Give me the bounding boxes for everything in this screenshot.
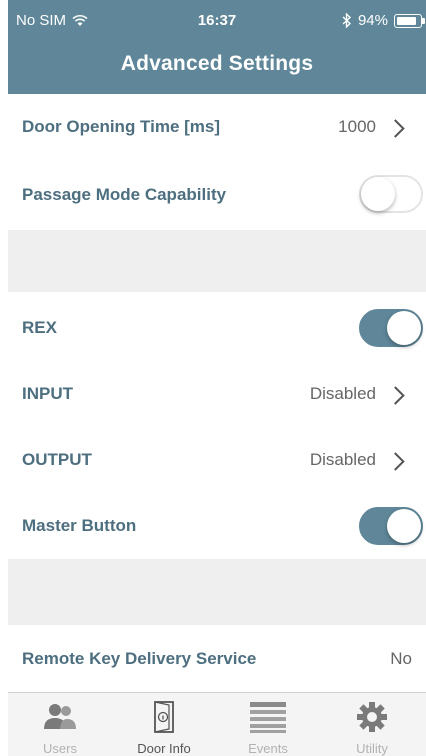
- toggle-knob: [361, 177, 395, 211]
- users-icon: [44, 704, 76, 729]
- remote-key-row[interactable]: Remote Key Delivery Service No: [8, 625, 426, 692]
- tab-users-label: Users: [43, 741, 77, 756]
- battery-tip: [422, 17, 425, 24]
- remote-key-value: No: [390, 649, 412, 668]
- battery-percent: 94%: [357, 12, 388, 29]
- door-opening-time-row[interactable]: Door Opening Time [ms] 1000: [8, 94, 426, 160]
- output-row[interactable]: OUTPUT Disabled: [8, 427, 426, 493]
- chevron-right-icon: [386, 119, 405, 138]
- tab-utility[interactable]: Utility: [320, 693, 424, 756]
- rex-toggle[interactable]: [359, 309, 423, 347]
- tab-door-info[interactable]: Door Info: [112, 693, 216, 756]
- rex-label: REX: [22, 318, 57, 337]
- bluetooth-icon: [342, 13, 351, 28]
- door-info-icon: [154, 701, 174, 733]
- door-opening-time-label: Door Opening Time [ms]: [22, 117, 221, 136]
- app-screen: No SIM 16:37 94% Advanced Settings Door …: [8, 0, 426, 756]
- battery-level: [397, 16, 416, 25]
- tab-utility-label: Utility: [356, 741, 388, 756]
- master-button-toggle[interactable]: [359, 507, 423, 545]
- tab-bar: Users Door Info Events Utility: [8, 692, 426, 756]
- output-value: Disabled: [309, 450, 376, 469]
- output-label: OUTPUT: [22, 450, 92, 469]
- master-button-row: Master Button: [8, 493, 426, 559]
- tab-events-label: Events: [248, 741, 288, 756]
- input-value: Disabled: [309, 384, 376, 403]
- battery-icon: [394, 13, 425, 28]
- status-right: 94%: [342, 12, 425, 29]
- status-bar: No SIM 16:37 94%: [8, 0, 426, 40]
- input-label: INPUT: [22, 384, 73, 403]
- passage-mode-toggle[interactable]: [359, 175, 423, 213]
- tab-users[interactable]: Users: [8, 693, 112, 756]
- door-opening-time-value: 1000: [338, 117, 376, 136]
- events-list-icon: [250, 702, 286, 733]
- passage-mode-label: Passage Mode Capability: [22, 185, 227, 204]
- section-gap: [8, 559, 426, 625]
- page-title: Advanced Settings: [120, 52, 314, 75]
- toggle-knob: [387, 509, 421, 543]
- passage-mode-row: Passage Mode Capability: [8, 160, 426, 230]
- navigation-header: No SIM 16:37 94% Advanced Settings: [8, 0, 426, 94]
- gear-icon: [357, 702, 387, 732]
- remote-key-label: Remote Key Delivery Service: [22, 649, 257, 668]
- input-row[interactable]: INPUT Disabled: [8, 361, 426, 427]
- chevron-right-icon: [386, 386, 405, 405]
- chevron-right-icon: [386, 452, 405, 471]
- master-button-label: Master Button: [22, 516, 137, 535]
- toggle-knob: [387, 311, 421, 345]
- tab-events[interactable]: Events: [216, 693, 320, 756]
- rex-row: REX: [8, 292, 426, 361]
- section-gap: [8, 230, 426, 292]
- tab-door-info-label: Door Info: [137, 741, 191, 756]
